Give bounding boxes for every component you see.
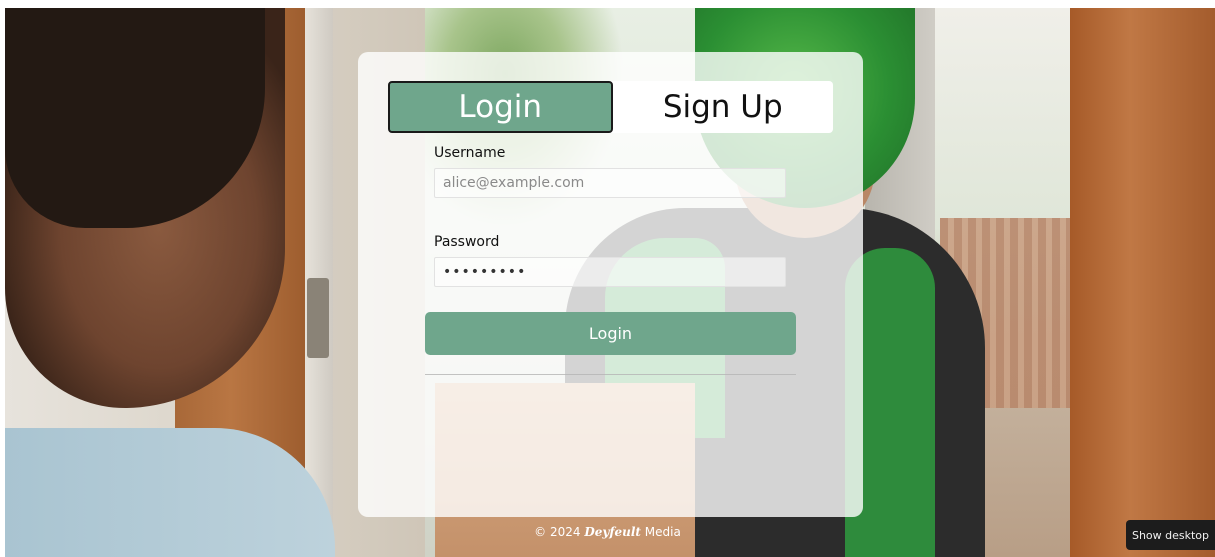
background-hinge bbox=[307, 278, 329, 358]
footer-brand: Deyfeult bbox=[584, 525, 641, 539]
footer-suffix: Media bbox=[644, 525, 681, 539]
password-label: Password bbox=[434, 234, 500, 250]
username-label: Username bbox=[434, 145, 506, 161]
tab-login[interactable]: Login bbox=[388, 81, 613, 133]
password-input[interactable] bbox=[434, 257, 786, 287]
show-desktop-button[interactable]: Show desktop bbox=[1126, 520, 1215, 550]
form-divider bbox=[425, 374, 796, 375]
tab-signup[interactable]: Sign Up bbox=[613, 81, 834, 133]
footer-copyright: © 2024 Deyfeult Media bbox=[0, 525, 1215, 539]
auth-tabs: Login Sign Up bbox=[388, 81, 833, 133]
footer-prefix: © 2024 bbox=[534, 525, 581, 539]
login-button[interactable]: Login bbox=[425, 312, 796, 355]
background-door-right bbox=[1070, 8, 1215, 557]
login-card: Login Sign Up Username Password Login bbox=[358, 52, 863, 517]
username-input[interactable] bbox=[434, 168, 786, 198]
